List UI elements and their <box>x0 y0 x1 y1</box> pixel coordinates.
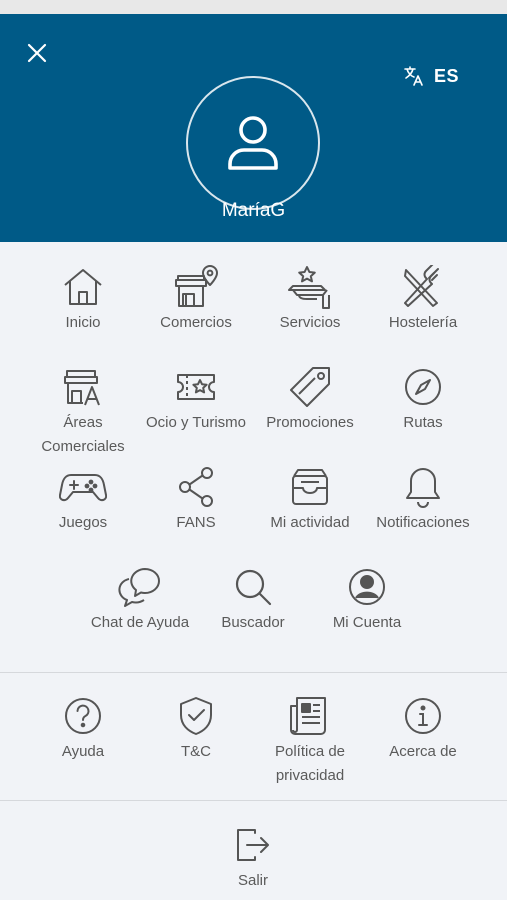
profile-header: ES MaríaG <box>0 14 507 242</box>
menu-label: Chat de Ayuda <box>90 614 190 631</box>
info-item-acerca[interactable]: Acerca de <box>363 693 483 764</box>
menu-label: Inicio <box>65 314 101 331</box>
newspaper-icon <box>290 697 326 735</box>
logout-label: Salir <box>237 872 268 889</box>
tag-icon <box>290 367 330 407</box>
menu-item-mi-actividad[interactable]: Mi actividad <box>250 464 370 535</box>
chat-icon <box>118 568 160 607</box>
user-icon <box>228 116 278 170</box>
menu-item-mi-cuenta[interactable]: Mi Cuenta <box>307 564 427 635</box>
menu-item-areas-comerciales[interactable]: Áreas Comerciales <box>23 364 143 459</box>
menu-label: Acerca de <box>389 743 457 760</box>
menu-item-buscador[interactable]: Buscador <box>193 564 313 635</box>
menu-label: Áreas Comerciales <box>41 414 125 455</box>
info-item-privacidad[interactable]: Política de privacidad <box>250 693 370 788</box>
gamepad-icon <box>59 474 107 502</box>
logout-icon <box>237 829 269 861</box>
menu-item-juegos[interactable]: Juegos <box>23 464 143 535</box>
menu-item-ocio-turismo[interactable]: Ocio y Turismo <box>136 364 256 435</box>
compass-icon <box>405 369 441 405</box>
menu-item-promociones[interactable]: Promociones <box>250 364 370 435</box>
menu-item-chat-ayuda[interactable]: Chat de Ayuda <box>80 564 200 635</box>
menu-item-hosteleria[interactable]: Hostelería <box>363 264 483 335</box>
close-button[interactable] <box>24 40 50 66</box>
menu-label: Hostelería <box>388 314 458 331</box>
menu-label: Ayuda <box>61 743 105 760</box>
logout-button[interactable]: Salir <box>193 822 313 893</box>
menu-label: Buscador <box>221 614 285 631</box>
home-icon <box>64 269 102 305</box>
help-icon <box>65 698 101 734</box>
menu-label: Rutas <box>403 414 443 431</box>
close-icon[interactable] <box>24 40 50 66</box>
shield-check-icon <box>180 697 212 735</box>
menu-item-rutas[interactable]: Rutas <box>363 364 483 435</box>
language-selector[interactable]: ES <box>402 64 459 88</box>
avatar[interactable] <box>186 76 320 210</box>
menu-label: Política de privacidad <box>274 743 346 784</box>
account-icon <box>349 569 385 605</box>
info-icon <box>405 698 441 734</box>
store-location-icon <box>175 265 218 307</box>
menu-item-servicios[interactable]: Servicios <box>250 264 370 335</box>
menu-item-inicio[interactable]: Inicio <box>23 264 143 335</box>
menu-label: Ocio y Turismo <box>145 414 247 431</box>
status-bar <box>0 0 507 14</box>
menu-item-notificaciones[interactable]: Notificaciones <box>363 464 483 535</box>
menu-label: T&C <box>181 743 211 760</box>
service-tray-icon <box>288 266 330 309</box>
info-item-ayuda[interactable]: Ayuda <box>23 693 143 764</box>
menu-label: Notificaciones <box>376 514 470 531</box>
ticket-icon <box>177 374 215 400</box>
language-code: ES <box>433 65 459 86</box>
menu-item-fans[interactable]: FANS <box>136 464 256 535</box>
menu-label: Promociones <box>266 414 354 431</box>
store-area-icon <box>64 370 100 406</box>
menu-label: Comercios <box>160 314 232 331</box>
utensils-icon <box>404 265 439 307</box>
bell-icon <box>406 468 440 508</box>
menu-label: Servicios <box>279 314 341 331</box>
inbox-icon <box>292 469 328 505</box>
share-icon <box>179 467 213 507</box>
username: MaríaG <box>221 200 286 221</box>
divider <box>0 800 507 801</box>
menu-label: Juegos <box>58 514 108 531</box>
menu-label: Mi Cuenta <box>332 614 402 631</box>
menu-item-comercios[interactable]: Comercios <box>136 264 256 335</box>
info-item-tc[interactable]: T&C <box>136 693 256 764</box>
search-icon <box>235 569 272 606</box>
menu-label: FANS <box>176 514 216 531</box>
divider <box>0 672 507 673</box>
translate-icon <box>404 66 423 86</box>
menu-label: Mi actividad <box>270 514 350 531</box>
